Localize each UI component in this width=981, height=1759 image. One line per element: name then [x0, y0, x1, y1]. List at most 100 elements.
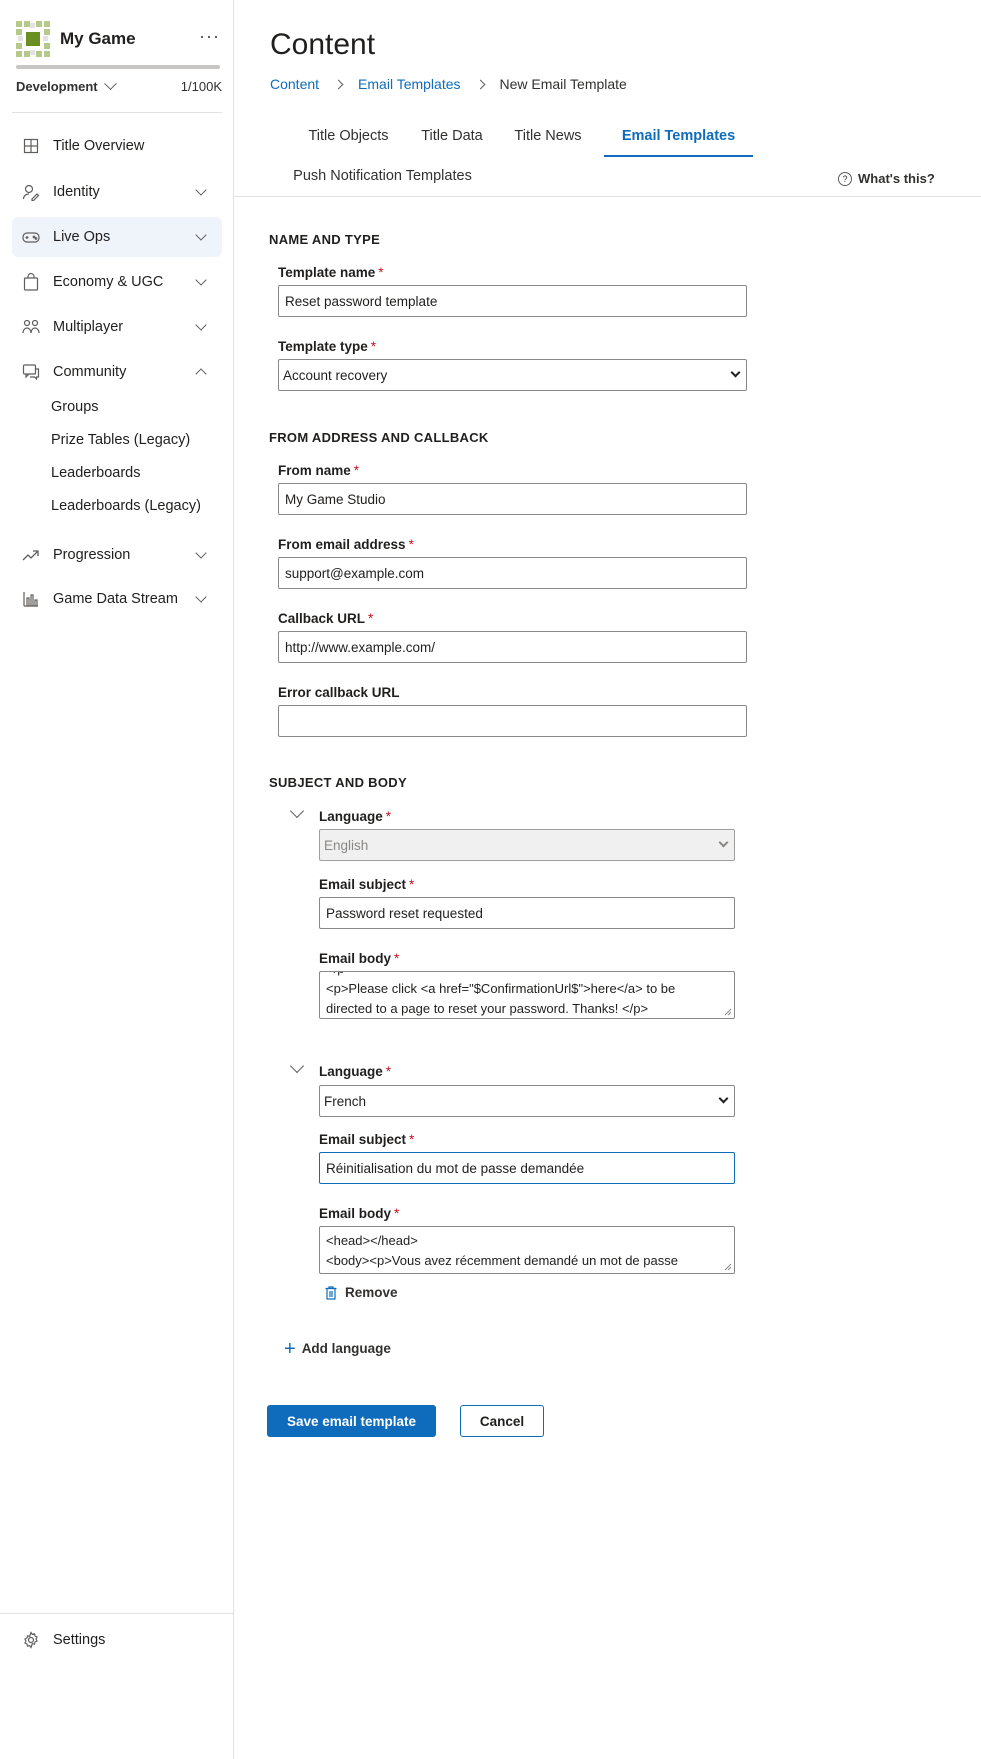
language-value: French	[324, 1093, 367, 1109]
page-title: Content	[270, 28, 376, 61]
sidebar-item-label: Identity	[53, 184, 100, 200]
language-select-english: English	[319, 829, 735, 861]
tab-push-notification-templates[interactable]: Push Notification Templates	[280, 156, 485, 196]
sidebar-item-identity[interactable]: Identity	[12, 172, 222, 212]
sidebar-item-label: Multiplayer	[53, 319, 124, 335]
template-type-select[interactable]: Account recovery	[278, 359, 747, 391]
game-header[interactable]: My Game ···	[16, 20, 220, 58]
collapse-chevron-icon[interactable]	[289, 1058, 305, 1074]
cancel-button[interactable]: Cancel	[460, 1405, 544, 1437]
sidebar-item-title-overview[interactable]: Title Overview	[12, 126, 222, 166]
tab-title-data[interactable]: Title Data	[404, 116, 500, 156]
chevron-down-icon	[195, 229, 207, 241]
sidebar-item-label: Community	[53, 364, 127, 380]
email-subject-input-english[interactable]: Password reset requested	[319, 897, 735, 929]
sidebar-item-community[interactable]: Community	[12, 352, 222, 392]
breadcrumb-current: New Email Template	[499, 76, 627, 92]
from-name-input[interactable]: My Game Studio	[278, 483, 747, 515]
environment-label: Development	[16, 78, 98, 94]
environment-selector[interactable]: Development 1/100K	[16, 76, 222, 96]
sidebar-item-live-ops[interactable]: Live Ops	[12, 217, 222, 257]
email-body-label: Email body *	[319, 1206, 400, 1221]
template-name-label: Template name *	[278, 265, 384, 280]
template-type-label: Template type *	[278, 339, 377, 354]
from-name-label: From name *	[278, 463, 360, 478]
sidebar-subitem-leaderboards-legacy[interactable]: Leaderboards (Legacy)	[51, 491, 201, 521]
remove-language-button[interactable]: Remove	[325, 1285, 398, 1300]
chevron-down-icon	[195, 547, 207, 559]
save-email-template-button[interactable]: Save email template	[267, 1405, 436, 1437]
chevron-down-icon	[718, 1093, 729, 1104]
sidebar-divider	[0, 1613, 234, 1614]
section-subject-and-body: SUBJECT AND BODY	[269, 775, 407, 790]
callback-url-label: Callback URL *	[278, 611, 374, 626]
add-language-label: Add language	[301, 1341, 391, 1356]
sidebar-subitem-leaderboards[interactable]: Leaderboards	[51, 458, 141, 488]
tab-email-templates[interactable]: Email Templates	[604, 116, 753, 157]
language-value: English	[324, 837, 369, 853]
sidebar-item-game-data-stream[interactable]: Game Data Stream	[12, 579, 222, 619]
error-callback-url-label: Error callback URL	[278, 685, 400, 700]
game-logo-icon	[16, 21, 50, 57]
breadcrumb-link-content[interactable]: Content	[270, 76, 319, 92]
email-subject-input-french[interactable]: Réinitialisation du mot de passe demandé…	[319, 1152, 735, 1184]
body-line: <head></head>	[326, 1233, 418, 1248]
bar-chart-icon	[22, 590, 40, 608]
breadcrumb-link-email-templates[interactable]: Email Templates	[358, 76, 460, 92]
remove-label: Remove	[345, 1285, 398, 1300]
tabs-divider	[234, 196, 981, 197]
body-line: directed to a page to reset your passwor…	[326, 1001, 649, 1016]
sidebar-subitem-prize-tables[interactable]: Prize Tables (Legacy)	[51, 425, 190, 455]
callback-url-input[interactable]: http://www.example.com/	[278, 631, 747, 663]
chevron-down-icon	[718, 837, 729, 848]
more-options-icon[interactable]: ···	[199, 26, 220, 47]
whats-this-link[interactable]: ? What's this?	[838, 171, 935, 186]
chevron-down-icon	[195, 319, 207, 331]
sidebar-item-label: Progression	[53, 547, 131, 563]
tab-title-objects[interactable]: Title Objects	[280, 116, 417, 156]
whats-this-label: What's this?	[858, 171, 935, 186]
body-line: <body><p>Vous avez récemment demandé un …	[326, 1253, 678, 1268]
sidebar-item-label: Title Overview	[53, 138, 145, 154]
game-title: My Game	[60, 29, 136, 48]
sidebar-item-label: Game Data Stream	[53, 591, 178, 607]
chevron-up-icon	[195, 368, 207, 380]
from-email-label: From email address *	[278, 537, 414, 552]
template-name-input[interactable]: Reset password template	[278, 285, 747, 317]
sidebar: My Game ··· Development 1/100K Title Ove…	[0, 0, 234, 1759]
breadcrumb: Content Email Templates New Email Templa…	[270, 76, 627, 92]
error-callback-url-input[interactable]	[278, 705, 747, 737]
gear-icon	[22, 1631, 40, 1649]
sidebar-item-label: Live Ops	[53, 229, 111, 245]
gamepad-icon	[22, 228, 40, 246]
email-body-textarea-french[interactable]: <head></head> <body><p>Vous avez récemme…	[319, 1226, 735, 1274]
sidebar-item-multiplayer[interactable]: Multiplayer	[12, 307, 222, 347]
tab-title-news[interactable]: Title News	[505, 116, 591, 156]
collapse-chevron-icon[interactable]	[289, 803, 305, 819]
email-body-label: Email body *	[319, 951, 400, 966]
from-email-input[interactable]: support@example.com	[278, 557, 747, 589]
language-select-french[interactable]: French	[319, 1085, 735, 1117]
usage-progress-fill	[16, 65, 220, 69]
chevron-down-icon	[103, 76, 117, 90]
language-label: Language *	[319, 1064, 392, 1079]
add-language-button[interactable]: + Add language	[284, 1339, 391, 1359]
sidebar-divider	[12, 112, 222, 113]
resize-grip-icon[interactable]	[724, 1263, 732, 1271]
sidebar-item-economy[interactable]: Economy & UGC	[12, 262, 222, 302]
sidebar-item-label: Settings	[53, 1632, 106, 1648]
sidebar-item-settings[interactable]: Settings	[12, 1620, 222, 1660]
sidebar-subitem-groups[interactable]: Groups	[51, 392, 99, 422]
usage-progress-bar	[16, 65, 220, 69]
chevron-right-icon	[475, 79, 485, 89]
template-type-value: Account recovery	[283, 367, 388, 383]
resize-grip-icon[interactable]	[724, 1008, 732, 1016]
email-body-textarea-english[interactable]: </p> <p>Please click <a href="$Confirmat…	[319, 971, 735, 1019]
multiplayer-icon	[22, 318, 40, 336]
sidebar-item-progression[interactable]: Progression	[12, 535, 222, 575]
shopping-bag-icon	[22, 273, 40, 291]
identity-icon	[22, 183, 40, 201]
grid-icon	[22, 137, 40, 155]
chevron-down-icon	[195, 184, 207, 196]
section-name-and-type: NAME AND TYPE	[269, 232, 381, 247]
